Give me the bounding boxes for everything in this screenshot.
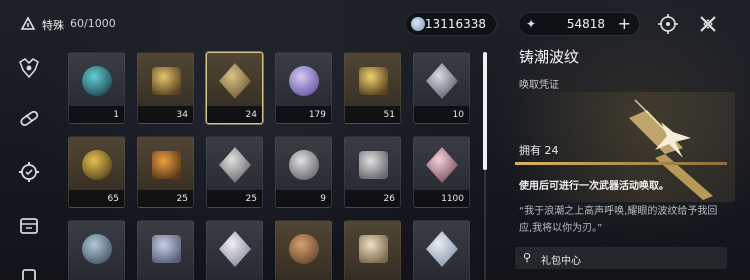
count-bar: 24 xyxy=(207,106,262,123)
inventory-slot[interactable]: 1100 xyxy=(413,136,470,208)
inventory-slot[interactable]: 1 xyxy=(68,52,125,124)
inventory-slot[interactable] xyxy=(137,220,194,280)
echo-frame-item-a-icon xyxy=(219,147,251,183)
count-bar: 9 xyxy=(276,190,331,207)
count-bar: 26 xyxy=(345,190,400,207)
cube-icon[interactable] xyxy=(17,214,41,238)
item-count: 25 xyxy=(245,194,257,204)
gear-badge-icon[interactable] xyxy=(17,160,41,184)
category-name: 特殊 xyxy=(42,19,64,32)
item-count: 1 xyxy=(113,110,119,120)
close-icon[interactable] xyxy=(697,13,719,35)
count-bar: 25 xyxy=(138,190,193,207)
paper-crane-item-icon xyxy=(219,231,251,267)
category-icon xyxy=(20,16,36,30)
item-subtitle: 唤取凭证 xyxy=(519,80,559,91)
teal-orb-item-icon xyxy=(82,66,112,96)
inventory-slot[interactable]: 24 xyxy=(206,52,263,124)
inventory-slot[interactable]: 51 xyxy=(344,52,401,124)
count-bar: 51 xyxy=(345,106,400,123)
item-count: 51 xyxy=(383,110,395,120)
echo-frame-item-c-icon xyxy=(359,151,388,179)
count-bar: 34 xyxy=(138,106,193,123)
count-bar: 10 xyxy=(414,106,469,123)
count-bar: 1 xyxy=(69,106,124,123)
inventory-slot[interactable] xyxy=(206,220,263,280)
layer-cake-item-icon xyxy=(289,234,319,264)
feather-quill-item-icon xyxy=(152,235,181,263)
item-detail-panel: 铸潮波纹 唤取凭证 拥有 24 使用后可进行一次武器活动唤取。 “我于浪潮之上高… xyxy=(505,38,745,280)
inventory-slot[interactable] xyxy=(68,220,125,280)
inventory-slot[interactable] xyxy=(344,220,401,280)
count-bar: 25 xyxy=(207,190,262,207)
star-value: 54818 xyxy=(566,17,605,31)
item-count: 24 xyxy=(245,110,257,120)
seal-plush-item-icon xyxy=(426,231,458,267)
side-nav xyxy=(0,48,58,280)
photo-stack-item-icon xyxy=(82,234,112,264)
lantern-cage-item-icon xyxy=(152,151,181,179)
rarity-bar xyxy=(515,162,727,165)
inventory-slot[interactable]: 179 xyxy=(275,52,332,124)
perfume-jar-item-icon xyxy=(426,147,458,183)
inventory-slot[interactable]: 9 xyxy=(275,136,332,208)
gold-capsule-item-icon xyxy=(82,150,112,180)
item-count: 9 xyxy=(320,194,326,204)
currency-coin: 13116338 xyxy=(405,12,497,36)
scrollbar-thumb[interactable] xyxy=(483,52,487,170)
owned-count: 拥有 24 xyxy=(519,144,559,157)
cream-cake-item-icon xyxy=(359,235,388,263)
inventory-slot[interactable]: 10 xyxy=(413,52,470,124)
inventory-slot[interactable] xyxy=(275,220,332,280)
location-pin-icon: ⚲ xyxy=(523,251,532,264)
item-description: 使用后可进行一次武器活动唤取。 xyxy=(519,181,669,192)
item-quote: “我于浪潮之上高声呼唤,耀眼的波纹给予我回应,我将以你为刃。” xyxy=(519,206,718,234)
inventory-grid: 1 34 24 179 51 10 65 25 25 9 26 1100 xyxy=(68,52,478,280)
item-count: 34 xyxy=(176,110,188,120)
item-count: 65 xyxy=(107,194,119,204)
currency-star: ✦ 54818 + xyxy=(518,12,640,36)
tag-icon[interactable] xyxy=(17,266,41,280)
count-bar: 1100 xyxy=(414,190,469,207)
item-count: 1100 xyxy=(441,194,464,204)
source-label: 礼包中心 xyxy=(541,256,581,267)
coin-icon xyxy=(411,17,425,31)
item-count: 10 xyxy=(452,110,464,120)
inventory-slot[interactable] xyxy=(413,220,470,280)
silver-chest-item-icon xyxy=(426,63,458,99)
echo-frame-item-b-icon xyxy=(289,150,319,180)
inventory-slot[interactable]: 34 xyxy=(137,52,194,124)
gold-chest-item-icon xyxy=(359,67,388,95)
inventory-slot[interactable]: 25 xyxy=(137,136,194,208)
item-title: 铸潮波纹 xyxy=(519,48,580,66)
category-count: 60/1000 xyxy=(70,17,116,30)
tide-ripple-item-icon xyxy=(219,63,251,99)
inventory-slot[interactable]: 25 xyxy=(206,136,263,208)
count-bar: 65 xyxy=(69,190,124,207)
item-count: 26 xyxy=(383,194,395,204)
inventory-slot[interactable]: 26 xyxy=(344,136,401,208)
inventory-slot[interactable]: 65 xyxy=(68,136,125,208)
capsule-icon[interactable] xyxy=(17,106,41,130)
coin-value: 13116338 xyxy=(424,17,486,31)
item-count: 179 xyxy=(308,110,326,120)
item-count: 25 xyxy=(176,194,188,204)
gold-compass-item-icon xyxy=(152,67,181,95)
source-gift-center[interactable]: ⚲ 礼包中心 xyxy=(515,247,727,269)
add-currency-button[interactable]: + xyxy=(618,14,631,33)
count-bar: 179 xyxy=(276,106,331,123)
star-shard-icon: ✦ xyxy=(525,17,537,31)
emblem-icon[interactable] xyxy=(17,56,41,80)
coral-crystal-item-icon xyxy=(289,66,319,96)
target-icon[interactable] xyxy=(657,13,679,35)
